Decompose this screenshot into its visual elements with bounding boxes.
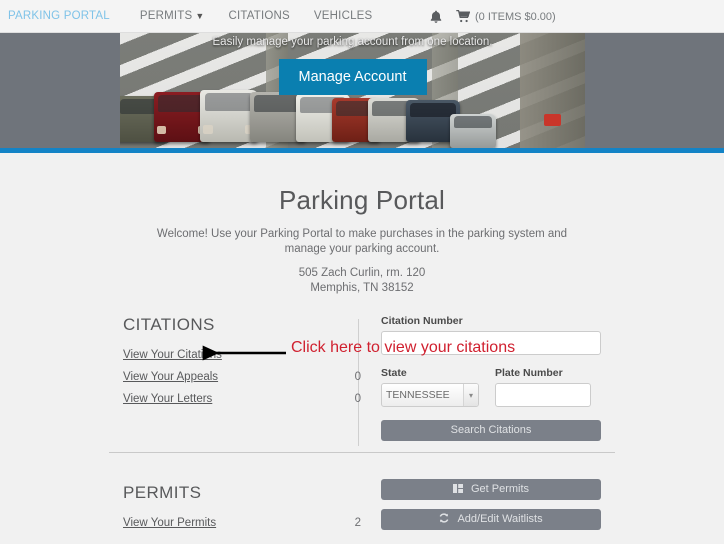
main-content: Parking Portal Welcome! Use your Parking… — [0, 153, 724, 544]
get-permits-label: Get Permits — [470, 483, 530, 495]
view-your-permits-count: 2 — [354, 517, 361, 529]
hero-banner: Easily manage your parking account from … — [0, 33, 724, 148]
manage-account-button[interactable]: Manage Account — [278, 59, 427, 95]
view-your-appeals-link[interactable]: View Your Appeals — [123, 371, 218, 383]
plate-field-group: Plate Number — [495, 367, 591, 407]
plate-number-label: Plate Number — [495, 367, 563, 379]
garage-wall — [520, 33, 585, 148]
state-field-group: State TENNESSEE ▾ — [381, 367, 479, 407]
citations-link-row: View Your Appeals 0 — [123, 371, 371, 383]
add-edit-waitlists-label: Add/Edit Waitlists — [457, 513, 543, 525]
grid-icon — [452, 484, 466, 496]
bell-icon[interactable] — [430, 10, 442, 24]
welcome-text-line-2: manage your parking account. — [284, 243, 440, 255]
section-divider — [109, 452, 615, 453]
address-block: 505 Zach Curlin, rm. 120 Memphis, TN 381… — [0, 266, 724, 296]
plate-number-input[interactable] — [495, 383, 591, 407]
parked-car — [450, 114, 496, 148]
page-title: Parking Portal — [278, 185, 446, 215]
citations-section: CITATIONS View Your Citations View Your … — [109, 315, 615, 452]
hero-banner-image: Easily manage your parking account from … — [120, 33, 585, 148]
nav-brand-parking-portal[interactable]: PARKING PORTAL — [8, 0, 128, 33]
shopping-cart-icon — [456, 10, 470, 23]
refresh-icon — [439, 513, 452, 526]
cart-group[interactable]: (0 ITEMS $0.00) — [456, 10, 556, 23]
citations-heading: CITATIONS — [123, 315, 215, 334]
citations-links-column: CITATIONS View Your Citations View Your … — [123, 315, 371, 415]
state-select-wrap: TENNESSEE ▾ — [381, 383, 479, 407]
permits-links-column: PERMITS View Your Permits 2 — [123, 483, 371, 539]
state-select[interactable]: TENNESSEE — [381, 383, 479, 407]
citations-link-row: View Your Citations — [123, 349, 371, 361]
navbar-right-group: (0 ITEMS $0.00) — [430, 0, 556, 33]
view-your-citations-link[interactable]: View Your Citations — [123, 349, 222, 361]
top-navigation-bar: PARKING PORTAL PERMITS ▼ CITATIONS VEHICL… — [0, 0, 724, 33]
address-line-1: 505 Zach Curlin, rm. 120 — [298, 267, 426, 279]
nav-item-permits-label: PERMITS — [139, 9, 193, 22]
state-plate-row: State TENNESSEE ▾ Plate Number — [381, 367, 601, 407]
citations-search-form: Citation Number State TENNESSEE ▾ Plate … — [381, 315, 601, 441]
chevron-down-icon: ▼ — [195, 10, 205, 21]
citations-link-row: View Your Letters 0 — [123, 393, 371, 405]
nav-item-citations[interactable]: CITATIONS — [216, 0, 301, 33]
view-your-letters-count: 0 — [354, 393, 361, 405]
nav-item-permits[interactable]: PERMITS ▼ — [128, 0, 217, 33]
permits-link-row: View Your Permits 2 — [123, 517, 371, 529]
state-label: State — [381, 367, 407, 379]
add-edit-waitlists-button[interactable]: Add/Edit Waitlists — [381, 509, 601, 530]
view-your-permits-link[interactable]: View Your Permits — [123, 517, 216, 529]
page-header: Parking Portal Welcome! Use your Parking… — [0, 153, 724, 296]
cart-total-text: (0 ITEMS $0.00) — [475, 10, 556, 23]
welcome-text-line-1: Welcome! Use your Parking Portal to make… — [156, 228, 568, 240]
view-your-appeals-count: 0 — [354, 371, 361, 383]
hero-caption: Easily manage your parking account from … — [212, 36, 493, 48]
tail-light — [544, 114, 561, 126]
citation-number-input[interactable] — [381, 331, 601, 355]
address-line-2: Memphis, TN 38152 — [310, 282, 414, 294]
citation-number-label: Citation Number — [381, 315, 463, 327]
permits-actions-column: Get Permits Add/Edit Waitlists — [381, 479, 601, 539]
view-your-letters-link[interactable]: View Your Letters — [123, 393, 212, 405]
search-citations-button[interactable]: Search Citations — [381, 420, 601, 441]
get-permits-button[interactable]: Get Permits — [381, 479, 601, 500]
nav-item-vehicles[interactable]: VEHICLES — [302, 0, 384, 33]
permits-heading: PERMITS — [123, 483, 202, 502]
